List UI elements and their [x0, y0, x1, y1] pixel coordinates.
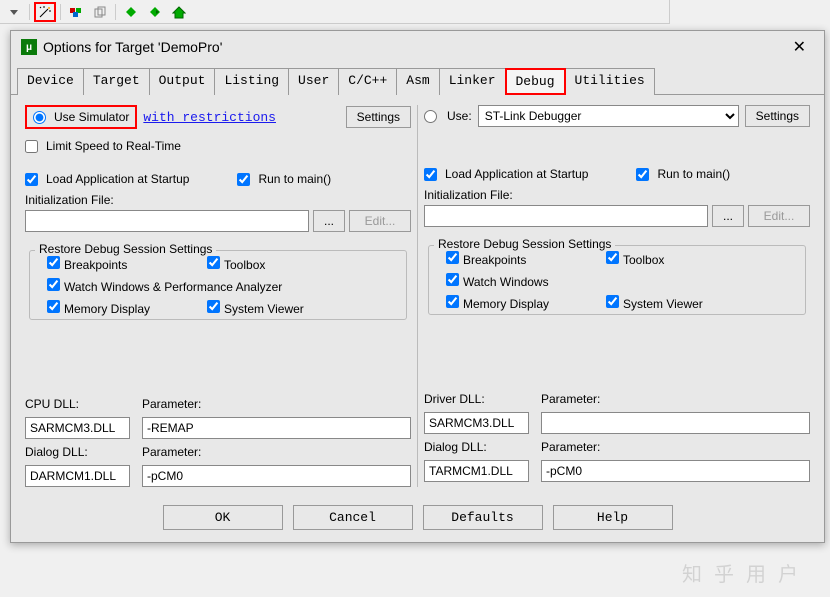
tab-listing[interactable]: Listing — [214, 68, 289, 95]
tab-device[interactable]: Device — [17, 68, 84, 95]
sim-watch-label: Watch Windows & Performance Analyzer — [64, 280, 282, 294]
use-target-label: Use: — [447, 109, 472, 123]
ok-button[interactable]: OK — [163, 505, 283, 530]
help-button[interactable]: Help — [553, 505, 673, 530]
tgt-bp-checkbox[interactable] — [446, 251, 459, 264]
sim-param2-input[interactable] — [142, 465, 411, 487]
driver-dll-input[interactable] — [424, 412, 529, 434]
sim-load-app-checkbox[interactable] — [25, 173, 38, 186]
sim-bp-label: Breakpoints — [64, 258, 127, 272]
close-icon[interactable]: ✕ — [785, 37, 814, 57]
app-icon: μ — [21, 39, 37, 55]
tgt-param2-input[interactable] — [541, 460, 810, 482]
tab-output[interactable]: Output — [149, 68, 216, 95]
dialog-title: Options for Target 'DemoPro' — [43, 39, 222, 55]
magic-wand-icon[interactable] — [34, 2, 56, 22]
limit-speed-label: Limit Speed to Real-Time — [46, 139, 181, 153]
tab-debug[interactable]: Debug — [505, 68, 566, 95]
use-target-radio[interactable] — [424, 110, 437, 123]
sim-run-main-label: Run to main() — [258, 172, 331, 186]
sim-run-main-checkbox[interactable] — [237, 173, 250, 186]
sim-param1-input[interactable] — [142, 417, 411, 439]
tgt-run-main-checkbox[interactable] — [636, 168, 649, 181]
use-simulator-label: Use Simulator — [54, 110, 129, 124]
restrictions-link[interactable]: with restrictions — [143, 110, 276, 125]
sim-dialog-dll-input[interactable] — [25, 465, 130, 487]
tab-asm[interactable]: Asm — [396, 68, 439, 95]
sim-restore-fieldset: Restore Debug Session Settings Breakpoin… — [25, 242, 411, 324]
tgt-mem-checkbox[interactable] — [446, 295, 459, 308]
files-icon[interactable] — [89, 2, 111, 22]
sim-mem-label: Memory Display — [64, 302, 150, 316]
tab-strip: Device Target Output Listing User C/C++ … — [11, 67, 824, 95]
tab-target[interactable]: Target — [83, 68, 150, 95]
watermark: 知乎用户 — [682, 558, 810, 587]
sim-settings-button[interactable]: Settings — [346, 106, 411, 128]
tgt-load-app-label: Load Application at Startup — [445, 167, 588, 181]
tgt-param1-input[interactable] — [541, 412, 810, 434]
cpu-dll-input[interactable] — [25, 417, 130, 439]
sim-watch-checkbox[interactable] — [47, 278, 60, 291]
sim-sys-label: System Viewer — [224, 302, 304, 316]
sim-toolbox-checkbox[interactable] — [207, 256, 220, 269]
target-pane: Use: ST-Link Debugger Settings Load Appl… — [418, 105, 816, 487]
sim-bp-checkbox[interactable] — [47, 256, 60, 269]
tgt-restore-fieldset: Restore Debug Session Settings Breakpoin… — [424, 237, 810, 319]
tab-ccpp[interactable]: C/C++ — [338, 68, 397, 95]
tgt-sys-checkbox[interactable] — [606, 295, 619, 308]
limit-speed-checkbox[interactable] — [25, 140, 38, 153]
tgt-sys-label: System Viewer — [623, 297, 703, 311]
tgt-load-app-checkbox[interactable] — [424, 168, 437, 181]
sim-init-file-input[interactable] — [25, 210, 309, 232]
defaults-button[interactable]: Defaults — [423, 505, 543, 530]
tab-utilities[interactable]: Utilities — [565, 68, 655, 95]
tab-user[interactable]: User — [288, 68, 339, 95]
sim-init-file-label: Initialization File: — [25, 193, 411, 207]
sim-param2-label: Parameter: — [142, 445, 411, 459]
main-toolbar — [0, 0, 670, 24]
diamond-green-icon[interactable] — [120, 2, 142, 22]
sim-dialog-dll-label: Dialog DLL: — [25, 445, 130, 459]
sim-sys-checkbox[interactable] — [207, 300, 220, 313]
dialog-buttons: OK Cancel Defaults Help — [11, 497, 824, 542]
sim-toolbox-label: Toolbox — [224, 258, 265, 272]
tgt-param2-label: Parameter: — [541, 440, 810, 454]
tgt-run-main-label: Run to main() — [657, 167, 730, 181]
group-icon[interactable] — [65, 2, 87, 22]
sim-param1-label: Parameter: — [142, 397, 411, 411]
tgt-dialog-dll-input[interactable] — [424, 460, 529, 482]
dropdown-icon[interactable] — [3, 2, 25, 22]
sim-load-app-label: Load Application at Startup — [46, 172, 189, 186]
tgt-init-file-label: Initialization File: — [424, 188, 810, 202]
tgt-mem-label: Memory Display — [463, 297, 549, 311]
tgt-param1-label: Parameter: — [541, 392, 810, 406]
options-dialog: μ Options for Target 'DemoPro' ✕ Device … — [10, 30, 825, 543]
sim-restore-legend: Restore Debug Session Settings — [35, 242, 216, 256]
sim-mem-checkbox[interactable] — [47, 300, 60, 313]
tgt-watch-checkbox[interactable] — [446, 273, 459, 286]
cpu-dll-label: CPU DLL: — [25, 397, 130, 411]
sim-browse-button[interactable]: ... — [313, 210, 345, 232]
debug-panel: Use Simulator with restrictions Settings… — [11, 95, 824, 497]
tgt-toolbox-checkbox[interactable] — [606, 251, 619, 264]
tgt-dialog-dll-label: Dialog DLL: — [424, 440, 529, 454]
diamond-nav-icon[interactable] — [144, 2, 166, 22]
sim-edit-button[interactable]: Edit... — [349, 210, 411, 232]
tgt-bp-label: Breakpoints — [463, 253, 526, 267]
use-simulator-radio[interactable] — [33, 111, 46, 124]
tgt-edit-button[interactable]: Edit... — [748, 205, 810, 227]
tgt-browse-button[interactable]: ... — [712, 205, 744, 227]
tab-linker[interactable]: Linker — [439, 68, 506, 95]
tgt-init-file-input[interactable] — [424, 205, 708, 227]
home-icon[interactable] — [168, 2, 190, 22]
debugger-select[interactable]: ST-Link Debugger — [478, 105, 739, 127]
tgt-restore-legend: Restore Debug Session Settings — [434, 237, 615, 251]
titlebar: μ Options for Target 'DemoPro' ✕ — [11, 31, 824, 63]
tgt-toolbox-label: Toolbox — [623, 253, 664, 267]
simulator-pane: Use Simulator with restrictions Settings… — [19, 105, 418, 487]
tgt-watch-label: Watch Windows — [463, 275, 549, 289]
target-settings-button[interactable]: Settings — [745, 105, 810, 127]
cancel-button[interactable]: Cancel — [293, 505, 413, 530]
driver-dll-label: Driver DLL: — [424, 392, 529, 406]
